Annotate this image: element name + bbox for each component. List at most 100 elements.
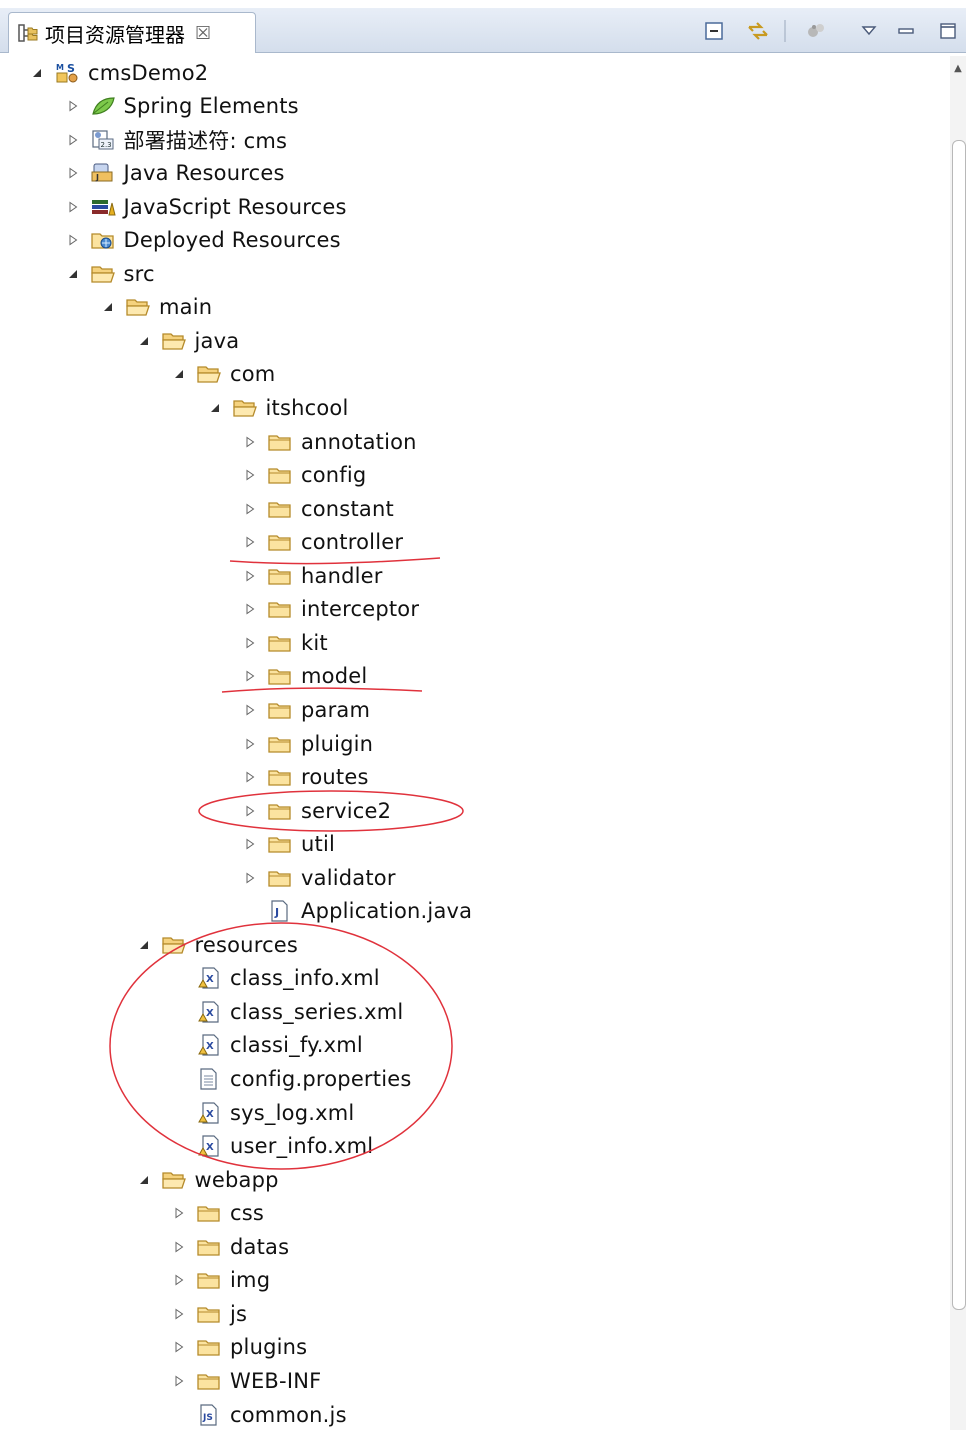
collapsed-arrow-icon[interactable] — [243, 569, 257, 583]
tree-item[interactable]: Deployed Resources — [0, 224, 940, 257]
link-with-editor-icon[interactable] — [745, 18, 771, 44]
tree-item[interactable]: Xclass_series.xml — [0, 995, 940, 1028]
tree-item[interactable]: css — [0, 1197, 940, 1230]
folder-icon — [196, 1235, 222, 1259]
expanded-arrow-icon[interactable] — [137, 334, 151, 348]
collapsed-arrow-icon[interactable] — [243, 502, 257, 516]
collapsed-arrow-icon[interactable] — [172, 1374, 186, 1388]
tree-item[interactable]: main — [0, 291, 940, 324]
minimize-icon[interactable] — [893, 18, 919, 44]
tree-item[interactable]: JavaScript Resources — [0, 190, 940, 223]
expanded-arrow-icon[interactable] — [137, 938, 151, 952]
maximize-icon[interactable] — [935, 18, 961, 44]
collapsed-arrow-icon[interactable] — [172, 1240, 186, 1254]
expanded-arrow-icon[interactable] — [137, 1173, 151, 1187]
tree-item[interactable]: Xsys_log.xml — [0, 1096, 940, 1129]
project-tree[interactable]: M ScmsDemo2 Spring Elements 2.3 部署描述符: cms J J… — [0, 52, 950, 1430]
view-menu-icon[interactable] — [856, 18, 882, 44]
tree-item[interactable]: resources — [0, 928, 940, 961]
collapsed-arrow-icon[interactable] — [243, 804, 257, 818]
tree-item[interactable]: pluigin — [0, 727, 940, 760]
folder-icon — [267, 664, 293, 688]
tree-item[interactable]: param — [0, 693, 940, 726]
tree-item[interactable]: src — [0, 257, 940, 290]
scroll-up-arrow-icon[interactable]: ▲ — [950, 58, 966, 80]
filters-icon[interactable] — [803, 18, 829, 44]
scrollbar-thumb[interactable] — [952, 140, 966, 1310]
tree-item-label: css — [230, 1201, 265, 1226]
tree-item[interactable]: routes — [0, 761, 940, 794]
collapsed-arrow-icon[interactable] — [243, 703, 257, 717]
tree-item[interactable]: J Application.java — [0, 895, 940, 928]
collapsed-arrow-icon[interactable] — [66, 233, 80, 247]
collapsed-arrow-icon[interactable] — [243, 871, 257, 885]
close-icon[interactable]: ☒ — [195, 23, 211, 44]
expanded-arrow-icon[interactable] — [208, 401, 222, 415]
collapse-all-icon[interactable] — [701, 18, 727, 44]
collapsed-arrow-icon[interactable] — [243, 435, 257, 449]
folder-icon — [267, 497, 293, 521]
project-explorer-tab[interactable]: 项目资源管理器 ☒ — [8, 12, 256, 53]
tree-item-label: constant — [301, 496, 394, 521]
expanded-arrow-icon[interactable] — [30, 66, 44, 80]
tree-item[interactable]: handler — [0, 559, 940, 592]
tree-item[interactable]: Xuser_info.xml — [0, 1130, 940, 1163]
tree-item-label: Application.java — [301, 899, 473, 924]
tree-item[interactable]: interceptor — [0, 593, 940, 626]
tree-item[interactable]: config.properties — [0, 1063, 940, 1096]
collapsed-arrow-icon[interactable] — [172, 1307, 186, 1321]
tree-item[interactable]: JS common.js — [0, 1398, 940, 1431]
collapsed-arrow-icon[interactable] — [243, 837, 257, 851]
collapsed-arrow-icon[interactable] — [172, 1273, 186, 1287]
collapsed-arrow-icon[interactable] — [172, 1340, 186, 1354]
folder-open-icon — [125, 295, 151, 319]
tree-item[interactable]: datas — [0, 1230, 940, 1263]
collapsed-arrow-icon[interactable] — [243, 535, 257, 549]
tree-item[interactable]: 2.3 部署描述符: cms — [0, 123, 940, 156]
expanded-arrow-icon[interactable] — [172, 367, 186, 381]
collapsed-arrow-icon[interactable] — [243, 737, 257, 751]
tree-item[interactable]: config — [0, 459, 940, 492]
tree-item[interactable]: service2 — [0, 794, 940, 827]
tree-item[interactable]: js — [0, 1297, 940, 1330]
collapsed-arrow-icon[interactable] — [66, 200, 80, 214]
collapsed-arrow-icon[interactable] — [66, 166, 80, 180]
tree-item[interactable]: WEB-INF — [0, 1364, 940, 1397]
svg-text:J: J — [95, 173, 99, 182]
collapsed-arrow-icon[interactable] — [243, 468, 257, 482]
collapsed-arrow-icon[interactable] — [66, 133, 80, 147]
folder-icon — [267, 530, 293, 554]
expanded-arrow-icon[interactable] — [66, 267, 80, 281]
tree-item[interactable]: M ScmsDemo2 — [0, 56, 940, 89]
folder-open-icon — [232, 396, 258, 420]
tree-item[interactable]: Xclass_info.xml — [0, 962, 940, 995]
tree-item[interactable]: Xclassi_fy.xml — [0, 1029, 940, 1062]
tree-item[interactable]: img — [0, 1264, 940, 1297]
tree-item[interactable]: constant — [0, 492, 940, 525]
tree-item[interactable]: Spring Elements — [0, 90, 940, 123]
xml-file-icon: X — [196, 1000, 222, 1024]
svg-text:X: X — [206, 1008, 214, 1019]
collapsed-arrow-icon[interactable] — [243, 602, 257, 616]
tree-item[interactable]: model — [0, 660, 940, 693]
tree-item[interactable]: util — [0, 828, 940, 861]
tree-item[interactable]: validator — [0, 861, 940, 894]
tree-item[interactable]: annotation — [0, 425, 940, 458]
collapsed-arrow-icon[interactable] — [172, 1206, 186, 1220]
tree-item[interactable]: itshcool — [0, 392, 940, 425]
collapsed-arrow-icon[interactable] — [243, 636, 257, 650]
folder-open-icon — [196, 362, 222, 386]
collapsed-arrow-icon[interactable] — [243, 770, 257, 784]
expanded-arrow-icon[interactable] — [101, 300, 115, 314]
tree-item-label: main — [159, 295, 213, 320]
tree-item[interactable]: plugins — [0, 1331, 940, 1364]
collapsed-arrow-icon[interactable] — [66, 99, 80, 113]
tree-item[interactable]: J Java Resources — [0, 157, 940, 190]
tree-item[interactable]: controller — [0, 526, 940, 559]
tree-item[interactable]: webapp — [0, 1163, 940, 1196]
collapsed-arrow-icon[interactable] — [243, 669, 257, 683]
tree-item[interactable]: com — [0, 358, 940, 391]
tree-item[interactable]: kit — [0, 626, 940, 659]
svg-text:2.3: 2.3 — [100, 141, 111, 149]
tree-item[interactable]: java — [0, 324, 940, 357]
